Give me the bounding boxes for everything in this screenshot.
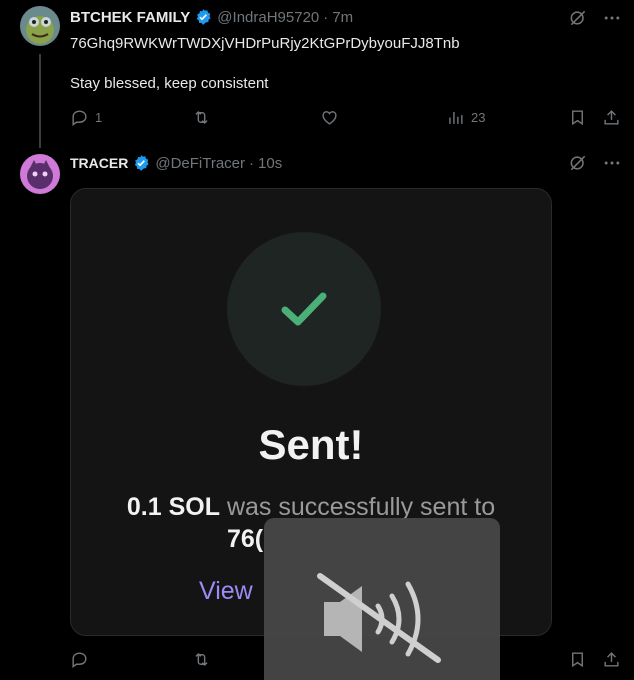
views-icon xyxy=(449,111,463,124)
handle[interactable]: @IndraH95720 xyxy=(217,9,319,26)
verified-badge-icon xyxy=(197,9,211,25)
reply-icon xyxy=(72,652,87,669)
like-icon xyxy=(322,111,337,125)
views-count: 23 xyxy=(471,110,486,125)
bookmark-button[interactable] xyxy=(568,650,587,669)
share-icon xyxy=(604,110,619,125)
tweet-1[interactable]: BTCHEK FAMILY @IndraH95720 · 7m 76Ghq9RW… xyxy=(0,0,634,140)
reply-icon xyxy=(72,110,87,127)
verified-badge-icon xyxy=(135,155,149,171)
sent-amount: 0.1 SOL xyxy=(126,493,220,521)
bookmark-icon xyxy=(572,652,583,668)
recipient-address: 76( xyxy=(227,525,264,553)
retweet-icon xyxy=(195,110,208,125)
tweet-text-line-1: 76Ghq9RWKWrTWDXjVHDrPuRjy2KtGPrDybyouFJJ… xyxy=(70,35,460,52)
reply-button[interactable]: 1 xyxy=(70,108,102,127)
grok-icon[interactable] xyxy=(568,153,588,173)
reply-button[interactable] xyxy=(70,650,89,669)
separator-dot: · xyxy=(249,154,255,172)
sent-description-text: was successfully sent to xyxy=(226,493,496,521)
views-button[interactable]: 23 xyxy=(446,108,485,127)
avatar[interactable] xyxy=(20,6,60,46)
display-name[interactable]: BTCHEK FAMILY xyxy=(70,9,190,26)
checkmark-icon xyxy=(281,292,327,326)
display-name[interactable]: TRACER xyxy=(70,155,128,171)
timestamp[interactable]: 7m xyxy=(332,9,353,26)
mute-overlay[interactable] xyxy=(264,518,500,680)
handle[interactable]: @DeFiTracer xyxy=(155,155,245,172)
retweet-button[interactable] xyxy=(192,108,211,127)
reply-count: 1 xyxy=(95,110,103,125)
more-icon[interactable] xyxy=(602,8,622,28)
sent-title: Sent! xyxy=(258,421,364,468)
like-button[interactable] xyxy=(320,108,339,127)
grok-icon[interactable] xyxy=(568,8,588,28)
more-icon[interactable] xyxy=(602,153,622,173)
success-circle xyxy=(227,232,381,386)
bookmark-icon xyxy=(572,110,583,126)
retweet-button[interactable] xyxy=(192,650,211,669)
avatar[interactable] xyxy=(20,154,60,194)
share-button[interactable] xyxy=(602,650,621,669)
view-link[interactable]: View xyxy=(199,577,253,606)
tweet-text-line-2: Stay blessed, keep consistent xyxy=(70,75,269,92)
separator-dot: · xyxy=(323,8,329,26)
muted-speaker-icon xyxy=(317,573,441,663)
share-button[interactable] xyxy=(602,108,621,127)
timestamp[interactable]: 10s xyxy=(258,155,282,172)
share-icon xyxy=(604,652,619,667)
bookmark-button[interactable] xyxy=(568,108,587,127)
retweet-icon xyxy=(195,652,208,667)
